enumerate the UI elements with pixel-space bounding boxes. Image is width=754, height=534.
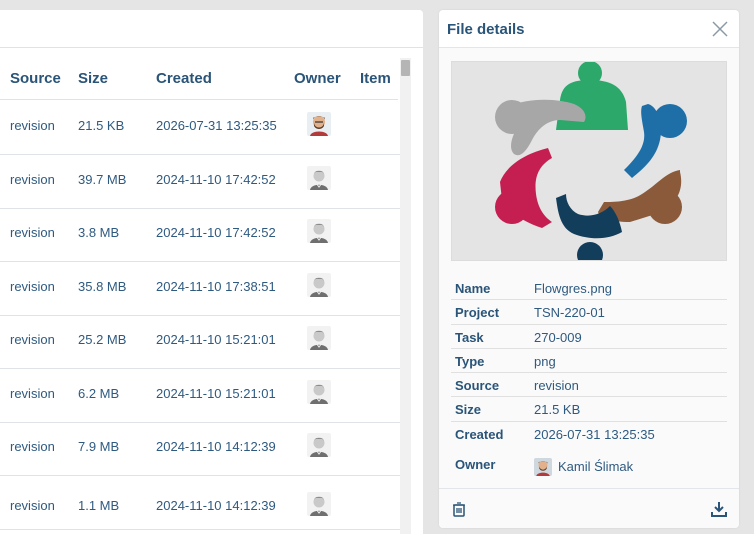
cell-created: 2024-11-10 17:38:51: [156, 279, 276, 294]
owner-avatar[interactable]: [307, 433, 331, 457]
table-row[interactable]: revision 25.2 MB 2024-11-10 15:21:01: [0, 315, 402, 369]
cell-created: 2024-11-10 14:12:39: [156, 498, 276, 513]
detail-label: Created: [455, 426, 504, 442]
detail-label: Name: [455, 281, 491, 296]
column-header-size[interactable]: Size: [78, 70, 108, 87]
detail-value: Flowgres.png: [534, 281, 613, 296]
cell-created: 2024-11-10 15:21:01: [156, 332, 276, 347]
detail-row-created: Created 2026-07-31 13:25:35: [451, 422, 727, 452]
cell-source: revision: [10, 172, 55, 187]
detail-label: Type: [455, 353, 485, 369]
cell-created: 2024-11-10 14:12:39: [156, 439, 276, 454]
detail-label: Size: [455, 402, 482, 418]
detail-value: 270-009: [534, 329, 582, 345]
table-row[interactable]: revision 6.2 MB 2024-11-10 15:21:01: [0, 369, 402, 423]
detail-value: 21.5 KB: [534, 402, 581, 418]
details-title: File details: [447, 21, 525, 38]
detail-label: Source: [455, 378, 500, 394]
owner-avatar[interactable]: [307, 380, 331, 404]
files-toolbar: [0, 10, 423, 48]
close-icon[interactable]: [711, 20, 729, 38]
file-details-panel: File details Name Flowgres.png Project T…: [439, 10, 739, 528]
detail-row-task: Task 270-009: [451, 325, 727, 349]
owner-value[interactable]: Kamil Ślimak: [534, 456, 633, 478]
cell-source: revision: [10, 439, 55, 454]
detail-label: Task: [455, 329, 484, 345]
owner-avatar[interactable]: [307, 219, 331, 243]
owner-avatar[interactable]: [307, 112, 331, 136]
table-row[interactable]: revision 7.9 MB 2024-11-10 14:12:39: [0, 422, 402, 476]
table-row[interactable]: revision 21.5 KB 2026-07-31 13:25:35: [0, 101, 402, 155]
owner-avatar: [534, 457, 552, 476]
column-header-item[interactable]: Item: [360, 70, 391, 87]
owner-avatar[interactable]: [307, 326, 331, 350]
file-attributes: Name Flowgres.png Project TSN-220-01 Task 270…: [451, 276, 727, 482]
files-table: Source Size Created Owner Item revision 2…: [0, 58, 402, 534]
cell-size: 39.7 MB: [78, 172, 127, 187]
cell-source: revision: [10, 225, 55, 240]
cell-created: 2024-11-10 15:21:01: [156, 386, 276, 401]
trash-icon[interactable]: [451, 501, 467, 517]
table-row[interactable]: revision 35.8 MB 2024-11-10 17:38:51: [0, 262, 402, 316]
cell-size: 25.2 MB: [78, 332, 127, 347]
detail-row-size: Size 21.5 KB: [451, 397, 727, 422]
detail-value: 2026-07-31 13:25:35: [534, 426, 655, 442]
detail-label-owner: Owner: [455, 456, 496, 472]
cell-source: revision: [10, 498, 55, 513]
cell-created: 2024-11-10 17:42:52: [156, 225, 276, 240]
details-header: File details: [439, 10, 739, 48]
detail-row-type: Type png: [451, 349, 727, 374]
cell-created: 2024-11-10 17:42:52: [156, 172, 276, 187]
cell-size: 3.8 MB: [78, 225, 120, 240]
cell-source: revision: [10, 118, 55, 133]
flowgres-logo: [495, 62, 687, 260]
table-row[interactable]: revision 3.8 MB 2024-11-10 17:42:52: [0, 208, 402, 262]
cell-source: revision: [10, 386, 55, 401]
detail-value: TSN-220-01: [534, 305, 605, 321]
detail-label: Project: [455, 305, 500, 321]
cell-size: 7.9 MB: [78, 439, 120, 454]
cell-source: revision: [10, 332, 55, 347]
table-row[interactable]: revision 1.1 MB 2024-11-10 14:12:39: [0, 476, 402, 530]
table-header: Source Size Created Owner Item: [0, 58, 398, 100]
owner-avatar[interactable]: [307, 273, 331, 297]
table-row[interactable]: revision 39.7 MB 2024-11-10 17:42:52: [0, 155, 402, 209]
owner-name: Kamil Ślimak: [558, 459, 634, 475]
detail-row-project: Project TSN-220-01: [451, 300, 727, 325]
cell-created: 2026-07-31 13:25:35: [156, 118, 277, 133]
column-header-source[interactable]: Source: [10, 70, 61, 87]
table-scrollbar[interactable]: [400, 58, 411, 534]
cell-size: 21.5 KB: [78, 118, 125, 133]
detail-row-source: Source revision: [451, 373, 727, 398]
scrollbar-thumb[interactable]: [401, 60, 410, 76]
cell-size: 6.2 MB: [78, 386, 120, 401]
owner-avatar[interactable]: [307, 166, 331, 190]
details-body: Name Flowgres.png Project TSN-220-01 Task 270…: [439, 48, 739, 488]
column-header-created[interactable]: Created: [156, 70, 212, 87]
detail-row-owner: Owner Kamil Ślimak: [451, 452, 727, 482]
files-panel: Source Size Created Owner Item revision 2…: [0, 10, 423, 534]
download-icon[interactable]: [711, 501, 727, 517]
owner-avatar[interactable]: [307, 492, 331, 516]
detail-value: revision: [534, 378, 579, 394]
cell-source: revision: [10, 279, 55, 294]
file-preview-image[interactable]: [451, 61, 727, 261]
column-header-owner[interactable]: Owner: [294, 70, 341, 87]
cell-size: 1.1 MB: [78, 498, 120, 513]
details-footer: [439, 488, 739, 528]
detail-value: png: [534, 353, 556, 369]
cell-size: 35.8 MB: [78, 279, 127, 294]
detail-row-name: Name Flowgres.png: [451, 276, 727, 301]
